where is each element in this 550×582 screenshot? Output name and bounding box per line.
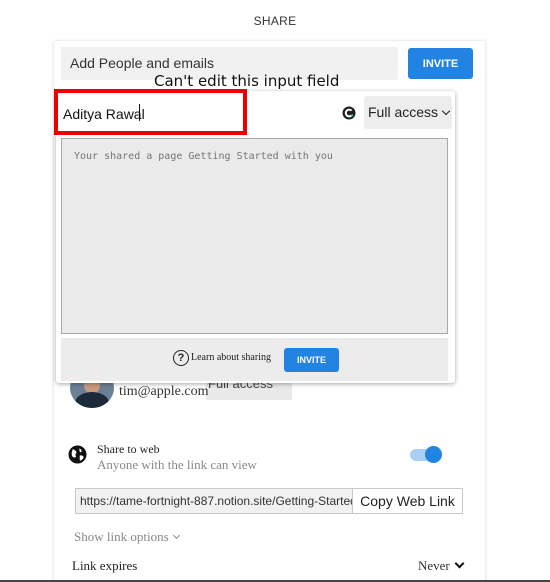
annotation-text: Can't edit this input field <box>154 72 340 90</box>
globe-icon <box>68 445 87 464</box>
invite-button[interactable]: INVITE <box>408 48 473 79</box>
message-textarea[interactable] <box>61 138 448 334</box>
access-select[interactable]: Full access <box>364 96 452 129</box>
show-link-options-label: Show link options <box>74 529 169 544</box>
link-expires-value: Never <box>418 558 450 573</box>
copy-web-link-button[interactable]: Copy Web Link <box>352 488 463 514</box>
member-email: tim@apple.com <box>119 384 209 399</box>
share-to-web-subtitle: Anyone with the link can view <box>97 457 257 472</box>
share-to-web-title: Share to web <box>97 442 160 456</box>
highlight-box <box>54 89 247 135</box>
member-access-label: Full access <box>208 383 274 391</box>
learn-about-sharing-link[interactable]: Learn about sharing <box>191 352 271 363</box>
link-expires-label: Link expires <box>72 558 138 573</box>
chevron-down-icon <box>172 531 180 540</box>
web-link-field[interactable]: https://tame-fortnight-887.notion.site/G… <box>75 488 353 514</box>
share-to-web-toggle[interactable] <box>410 446 442 463</box>
page-title: SHARE <box>253 14 297 28</box>
help-icon[interactable]: ? <box>173 350 189 366</box>
member-access-select[interactable]: Full access <box>206 383 292 400</box>
show-link-options[interactable]: Show link options <box>74 529 180 545</box>
toggle-knob <box>425 446 442 463</box>
link-expires-select[interactable]: Never <box>418 558 465 574</box>
invite-send-button[interactable]: INVITE <box>284 348 339 372</box>
chevron-down-icon <box>441 106 451 116</box>
access-select-label: Full access <box>368 104 439 120</box>
grammar-check-icon[interactable] <box>342 106 356 120</box>
chevron-down-icon <box>454 558 465 569</box>
